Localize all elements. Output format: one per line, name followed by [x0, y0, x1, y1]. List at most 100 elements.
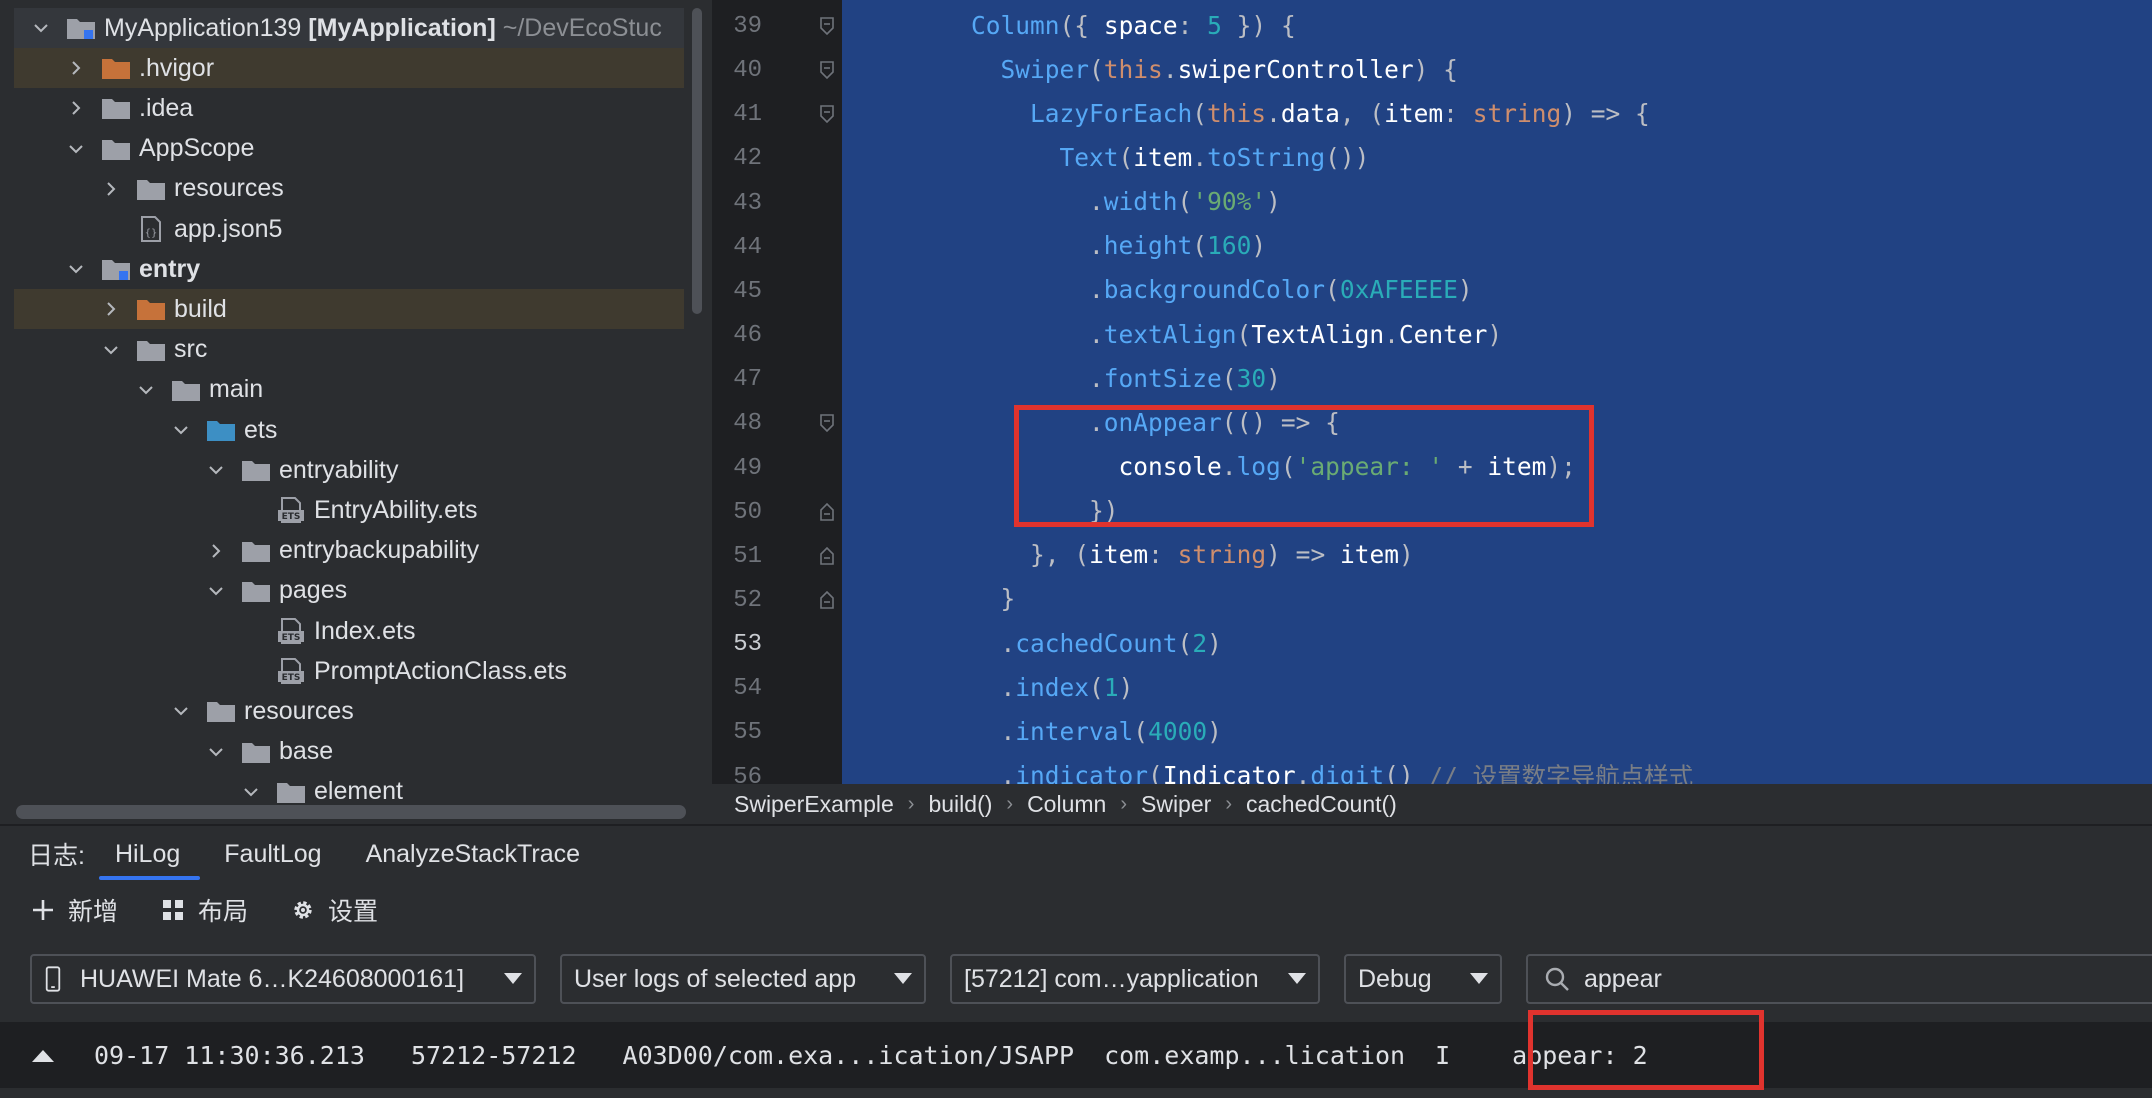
chevron-down-icon[interactable]	[170, 419, 192, 441]
log-tag: A03D00/com.exa...ication/JSAPP	[622, 1040, 1075, 1070]
code-line[interactable]: . index(1)	[912, 665, 1134, 709]
tree-item[interactable]: resources	[14, 169, 684, 209]
layout-button-label: 布局	[198, 898, 249, 926]
tree-item[interactable]: base	[14, 732, 684, 772]
chevron-down-icon	[894, 973, 912, 984]
tree-item[interactable]: entrybackupability	[14, 531, 684, 571]
chevron-down-icon[interactable]	[135, 379, 157, 401]
tree-item[interactable]: ETS Index.ets	[14, 611, 684, 651]
file-icon: ETS	[276, 618, 306, 644]
tree-item-label: Index.ets	[314, 616, 416, 645]
chevron-right-icon[interactable]	[100, 178, 122, 200]
breadcrumb-item[interactable]: build()	[928, 791, 992, 818]
chevron-down-icon[interactable]	[100, 339, 122, 361]
line-number: 56	[733, 763, 762, 784]
folder-icon	[206, 698, 236, 724]
code-line[interactable]: . fontSize(30)	[912, 356, 1281, 400]
tree-item[interactable]: main	[14, 370, 684, 410]
log-time: 09-17 11:30:36.213	[94, 1040, 365, 1070]
tree-item[interactable]: ets	[14, 410, 684, 450]
chevron-right-icon[interactable]	[65, 97, 87, 119]
tree-item[interactable]: ETS EntryAbility.ets	[14, 490, 684, 530]
tree-vertical-scrollbar[interactable]	[692, 8, 702, 314]
log-level-select[interactable]: Debug	[1344, 954, 1502, 1004]
chevron-down-icon[interactable]	[205, 580, 227, 602]
fold-marker-icon[interactable]	[820, 414, 834, 433]
code-line[interactable]: . textAlign(TextAlign. Center)	[912, 312, 1502, 356]
chevron-down-icon[interactable]	[65, 138, 87, 160]
tree-item[interactable]: build	[14, 289, 684, 330]
code-line[interactable]: Column({ space: 5 }) {	[912, 3, 1296, 47]
new-button[interactable]: 新增	[30, 892, 118, 928]
log-scope-select[interactable]: User logs of selected app	[560, 954, 926, 1004]
breadcrumb-item[interactable]: Column	[1027, 791, 1106, 818]
chevron-down-icon	[1288, 973, 1306, 984]
chevron-down-icon[interactable]	[65, 258, 87, 280]
line-number-gutter: 39 40 41 42 43 44 45 46 47 48 49 50 51 52 53 54 55 56	[712, 0, 842, 784]
tree-item[interactable]: entryability	[14, 450, 684, 490]
breadcrumb-item[interactable]: Swiper	[1141, 791, 1211, 818]
code-line[interactable]: . indicator(Indicator. digit() // 设置数字导航点样…	[912, 754, 1694, 784]
code-editor[interactable]: 39 40 41 42 43 44 45 46 47 48 49 50 51 52 53 54 55 56 Col…	[712, 0, 2152, 784]
code-line[interactable]: LazyForEach(this. data, (item: string) = >…	[912, 91, 1650, 135]
log-scope-value: User logs of selected app	[574, 964, 857, 993]
code-line[interactable]: . interval(4000)	[912, 709, 1222, 753]
folder-icon	[241, 538, 271, 564]
fold-marker-icon[interactable]	[820, 502, 834, 521]
tree-item[interactable]: {} app.json5	[14, 209, 684, 249]
tab-hilog[interactable]: HiLog	[98, 826, 201, 882]
log-message-highlight-box	[1528, 1010, 1764, 1090]
search-icon	[1545, 967, 1569, 991]
code-line[interactable]: }, (item: string) = > item)	[912, 533, 1414, 577]
code-line[interactable]: Text(item. toString())	[912, 135, 1370, 179]
tab-analyzestacktrace[interactable]: AnalyzeStackTrace	[366, 826, 580, 882]
tab-faultlog[interactable]: FaultLog	[224, 826, 321, 882]
tree-item-label: entryability	[279, 455, 399, 484]
tree-item[interactable]: src	[14, 330, 684, 370]
file-icon: {}	[136, 216, 166, 242]
code-line[interactable]: . cachedCount(2)	[912, 621, 1222, 665]
scroll-up-icon[interactable]	[28, 1045, 58, 1065]
tree-item[interactable]: pages	[14, 571, 684, 611]
tree-item[interactable]: .idea	[14, 88, 684, 128]
chevron-right-icon[interactable]	[205, 540, 227, 562]
chevron-down-icon[interactable]	[240, 781, 262, 803]
chevron-down-icon[interactable]	[170, 700, 192, 722]
tree-item[interactable]: entry	[14, 249, 684, 289]
tree-item[interactable]: resources	[14, 691, 684, 731]
tree-horizontal-scrollbar[interactable]	[16, 805, 686, 819]
code-line[interactable]: . height(160)	[912, 224, 1266, 268]
tree-item[interactable]: AppScope	[14, 129, 684, 169]
fold-marker-icon[interactable]	[820, 546, 834, 565]
code-line[interactable]: Swiper(this. swiperController) {	[912, 47, 1458, 91]
fold-marker-icon[interactable]	[820, 105, 834, 124]
settings-button[interactable]: 设置	[290, 892, 378, 928]
device-select[interactable]: HUAWEI Mate 6…K24608000161]	[30, 954, 536, 1004]
log-entry-row[interactable]: 09-17 11:30:36.213 57212-57212 A03D00/co…	[0, 1022, 2152, 1088]
layout-button[interactable]: 布局	[160, 892, 248, 928]
chevron-down-icon[interactable]	[205, 459, 227, 481]
breadcrumb: SwiperExample › build() › Column › Swiper › cach…	[712, 784, 2152, 824]
fold-marker-icon[interactable]	[820, 17, 834, 36]
log-action-bar: 新增 布局 设置	[0, 884, 2152, 936]
log-search-input[interactable]: appear	[1526, 954, 2152, 1004]
chevron-down-icon[interactable]	[30, 17, 52, 39]
tree-item[interactable]: MyApplication139 [MyApplication] ~/DevEc…	[14, 8, 684, 48]
breadcrumb-item[interactable]: cachedCount()	[1246, 791, 1397, 818]
code-line[interactable]: }	[912, 577, 1016, 621]
tree-item[interactable]: ETS PromptActionClass.ets	[14, 651, 684, 691]
log-panel-title: 日志:	[28, 842, 85, 870]
chevron-down-icon[interactable]	[205, 741, 227, 763]
breadcrumb-item[interactable]: SwiperExample	[734, 791, 894, 818]
code-line[interactable]: . backgroundColor(0xAFEEEE)	[912, 268, 1473, 312]
fold-marker-icon[interactable]	[820, 590, 834, 609]
code-line[interactable]: . width('90%')	[912, 180, 1281, 224]
chevron-right-icon[interactable]	[100, 298, 122, 320]
chevron-right-icon[interactable]	[65, 57, 87, 79]
fold-marker-icon[interactable]	[820, 61, 834, 80]
tree-item[interactable]: .hvigor	[14, 48, 684, 89]
log-package: com.examp...lication	[1104, 1040, 1406, 1070]
process-select[interactable]: [57212] com…yapplication	[950, 954, 1320, 1004]
